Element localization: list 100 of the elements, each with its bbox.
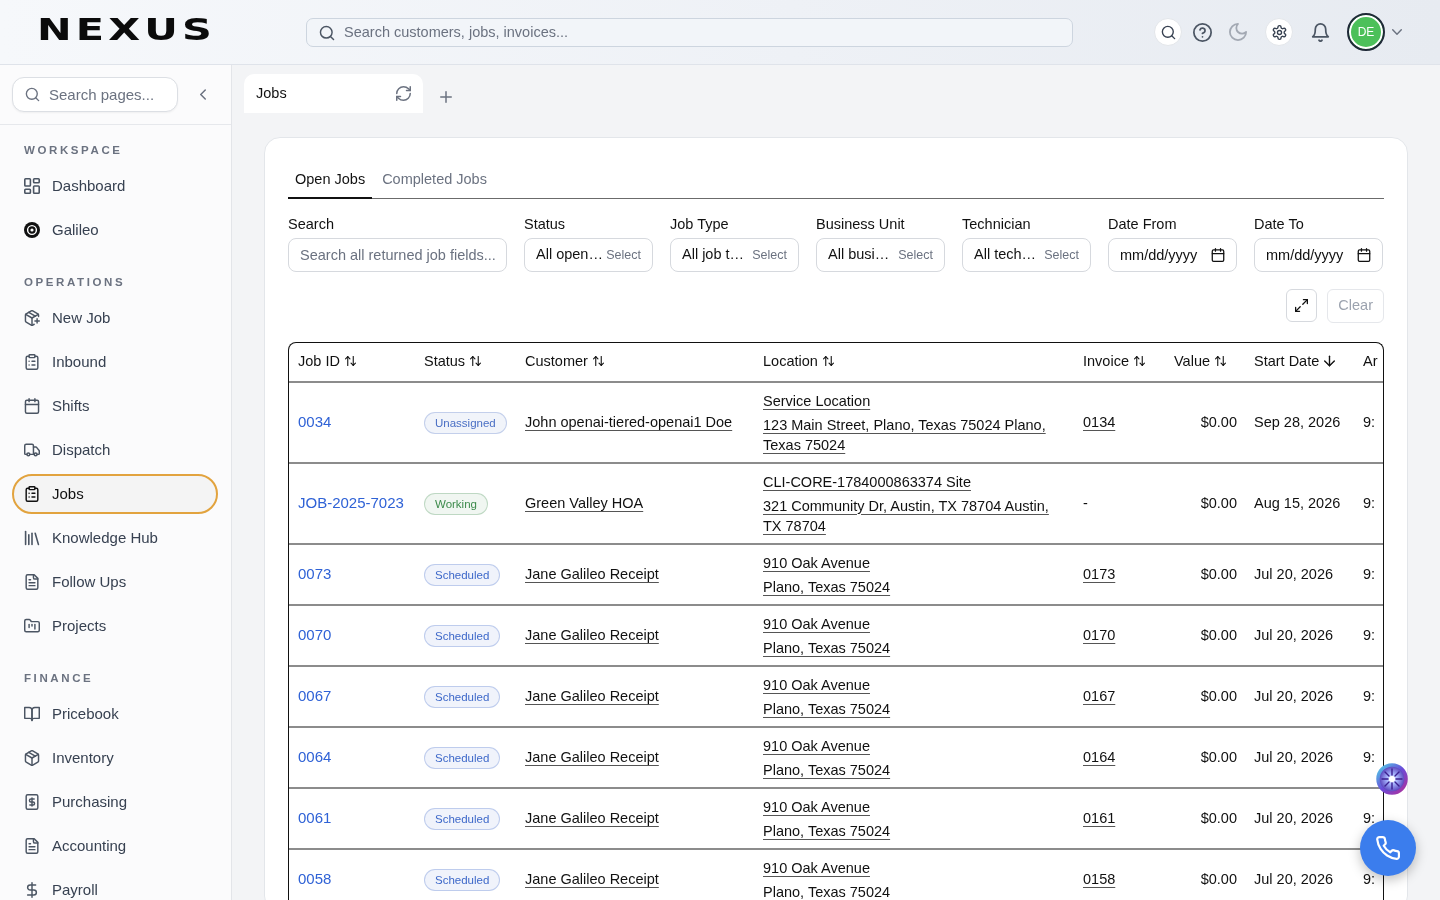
help-icon[interactable]: [1193, 22, 1212, 42]
customer-link[interactable]: Jane Galileo Receipt: [525, 809, 659, 826]
settings-button[interactable]: [1265, 18, 1293, 46]
invoice-link[interactable]: 0170: [1083, 626, 1116, 643]
location-link[interactable]: 910 Oak Avenue: [763, 796, 870, 817]
table-cell: Jul 20, 2026: [1244, 666, 1354, 727]
job-id-link[interactable]: 0061: [298, 809, 332, 827]
customer-link[interactable]: Jane Galileo Receipt: [525, 565, 659, 582]
calendar-icon[interactable]: [1357, 248, 1371, 262]
location-link[interactable]: 123 Main Street, Plano, Texas 75024 Plano, Texas 75024: [763, 414, 1063, 455]
sidebar-item[interactable]: Shifts: [12, 386, 218, 426]
location-link[interactable]: CLI-CORE-1784000863374 Site: [763, 471, 971, 492]
location-link[interactable]: 910 Oak Avenue: [763, 857, 870, 878]
location-link[interactable]: Service Location: [763, 390, 871, 411]
calendar-icon[interactable]: [1211, 248, 1225, 262]
chevron-down-icon[interactable]: [1392, 29, 1402, 35]
column-header[interactable]: Customer: [515, 343, 753, 382]
customer-link[interactable]: Jane Galileo Receipt: [525, 870, 659, 887]
sidebar-item[interactable]: Jobs: [12, 474, 218, 514]
sort-arrows-icon[interactable]: [470, 355, 482, 368]
dropdown[interactable]: All open… Select: [524, 238, 653, 272]
job-id-link[interactable]: 0034: [298, 413, 332, 431]
column-header[interactable]: Invoice: [1073, 343, 1164, 382]
sort-arrows-icon[interactable]: [822, 355, 834, 368]
sidebar-item[interactable]: Accounting: [12, 826, 218, 866]
location-link[interactable]: Plano, Texas 75024: [763, 881, 891, 900]
sidebar-item[interactable]: New Job: [12, 298, 218, 338]
sidebar-item[interactable]: Projects: [12, 606, 218, 646]
sidebar-item[interactable]: Inventory: [12, 738, 218, 778]
location-link[interactable]: 910 Oak Avenue: [763, 735, 870, 756]
sidebar-item[interactable]: Knowledge Hub: [12, 518, 218, 558]
job-id-link[interactable]: 0064: [298, 748, 332, 766]
dropdown[interactable]: All tech… Select: [962, 238, 1091, 272]
location-link[interactable]: 910 Oak Avenue: [763, 613, 870, 634]
sidebar-item[interactable]: Dashboard: [12, 166, 218, 206]
tab[interactable]: Completed Jobs: [375, 162, 494, 199]
location-link[interactable]: Plano, Texas 75024: [763, 759, 891, 780]
column-header[interactable]: Status: [414, 343, 515, 382]
column-header[interactable]: Value: [1164, 343, 1244, 382]
expand-button[interactable]: [1286, 289, 1318, 322]
search-field[interactable]: Search customers, jobs, invoices...: [306, 17, 1073, 47]
search-button[interactable]: [1154, 18, 1182, 46]
sidebar-item[interactable]: Payroll: [12, 870, 218, 900]
job-id-link[interactable]: 0067: [298, 687, 332, 705]
sidebar-item[interactable]: Purchasing: [12, 782, 218, 822]
search-input[interactable]: Search all returned job fields...: [288, 238, 507, 272]
page-tab[interactable]: Jobs: [244, 74, 423, 113]
sidebar-item[interactable]: Follow Ups: [12, 562, 218, 602]
column-header[interactable]: Job ID: [289, 343, 414, 382]
sort-arrows-icon[interactable]: [1133, 355, 1145, 368]
plus-icon[interactable]: [440, 90, 452, 103]
invoice-link[interactable]: 0167: [1083, 687, 1116, 704]
date-field[interactable]: mm/dd/yyyy: [1108, 238, 1237, 272]
location-link[interactable]: 910 Oak Avenue: [763, 552, 870, 573]
invoice-link[interactable]: 0173: [1083, 565, 1116, 582]
customer-link[interactable]: Green Valley HOA: [525, 494, 644, 511]
location-link[interactable]: Plano, Texas 75024: [763, 576, 891, 597]
bell-icon[interactable]: [1311, 22, 1330, 42]
customer-link[interactable]: Jane Galileo Receipt: [525, 626, 659, 643]
column-header[interactable]: Ar: [1354, 343, 1383, 382]
arrow-down-icon[interactable]: [1324, 355, 1336, 368]
invoice-link[interactable]: 0164: [1083, 748, 1116, 765]
location-link[interactable]: Plano, Texas 75024: [763, 637, 891, 658]
sidebar-item[interactable]: Dispatch: [12, 430, 218, 470]
sidebar-item[interactable]: Galileo: [12, 210, 218, 250]
dropdown[interactable]: All job t… Select: [670, 238, 799, 272]
sort-arrows-icon[interactable]: [592, 355, 604, 368]
invoice-link[interactable]: 0158: [1083, 870, 1116, 887]
job-id-link[interactable]: 0073: [298, 565, 332, 583]
location-link[interactable]: Plano, Texas 75024: [763, 820, 891, 841]
date-field[interactable]: mm/dd/yyyy: [1254, 238, 1383, 272]
sort-arrows-icon[interactable]: [1215, 355, 1226, 368]
sparkle-orb-icon[interactable]: [1376, 763, 1408, 795]
search-field[interactable]: Search pages...: [12, 77, 178, 112]
location-link[interactable]: Plano, Texas 75024: [763, 698, 891, 719]
invoice-link[interactable]: 0134: [1083, 413, 1116, 430]
sidebar-item[interactable]: Pricebook: [12, 694, 218, 734]
table-cell: Jul 20, 2026: [1244, 605, 1354, 666]
job-id-link[interactable]: 0058: [298, 870, 332, 888]
refresh-icon[interactable]: [396, 86, 411, 101]
logo[interactable]: NEXUS: [37, 17, 216, 42]
status-tag: Working: [424, 492, 488, 515]
table-cell: $0.00: [1164, 605, 1244, 666]
location-link[interactable]: 321 Community Dr, Austin, TX 78704 Austin, TX 78704: [763, 495, 1063, 536]
customer-link[interactable]: Jane Galileo Receipt: [525, 748, 659, 765]
tab[interactable]: Open Jobs: [288, 162, 373, 199]
job-id-link[interactable]: 0070: [298, 626, 332, 644]
column-header[interactable]: Location: [753, 343, 1073, 382]
chevron-left-icon[interactable]: [200, 89, 206, 100]
invoice-link[interactable]: 0161: [1083, 809, 1116, 826]
column-header[interactable]: Start Date: [1244, 343, 1354, 382]
customer-link[interactable]: Jane Galileo Receipt: [525, 687, 659, 704]
document-icon: [24, 838, 40, 854]
job-id-link[interactable]: JOB-2025-7023: [298, 494, 404, 512]
customer-link[interactable]: John openai-tiered-openai1 Doe: [525, 413, 733, 430]
dropdown[interactable]: All busi… Select: [816, 238, 945, 272]
location-link[interactable]: 910 Oak Avenue: [763, 674, 870, 695]
sidebar-item[interactable]: Inbound: [12, 342, 218, 382]
status-tag: Scheduled: [424, 563, 501, 586]
sort-arrows-icon[interactable]: [344, 355, 356, 368]
